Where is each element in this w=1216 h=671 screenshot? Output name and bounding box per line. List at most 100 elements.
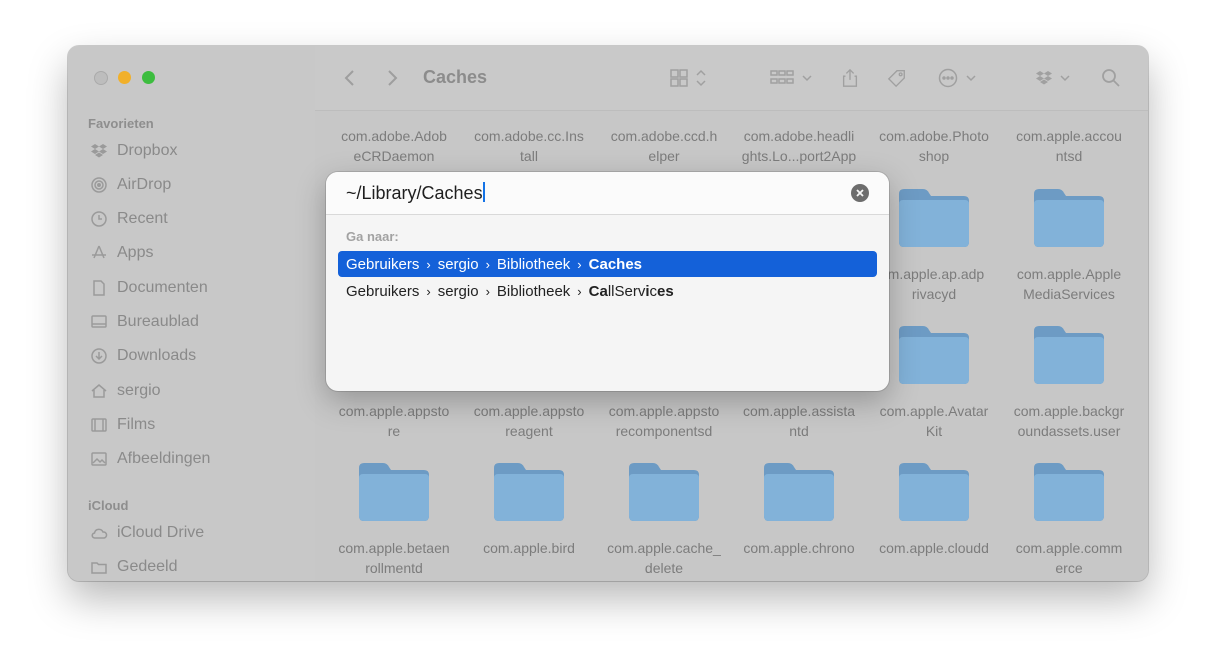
file-name-label[interactable]: com.apple.appsto re: [329, 401, 459, 441]
path-part: Bibliotheek: [496, 282, 571, 300]
sidebar-item-label: Afbeeldingen: [117, 450, 211, 467]
sidebar-item-bureaublad[interactable]: Bureaublad: [90, 310, 199, 334]
folder-icon[interactable]: [627, 460, 701, 522]
chevron-right-icon: ›: [426, 283, 431, 299]
path-last-part: CallServices: [588, 282, 674, 300]
sidebar-item-label: Dropbox: [117, 142, 178, 159]
file-name-label[interactable]: com.apple.bird: [464, 538, 594, 558]
sidebar-item-label: Apps: [117, 244, 154, 261]
file-name-label[interactable]: com.apple.accou ntsd: [1004, 126, 1134, 166]
sidebar: Favorieten Dropbox AirDrop Recent Apps D…: [68, 46, 315, 581]
film-icon: [91, 418, 107, 432]
sidebar-item-recent[interactable]: Recent: [90, 207, 168, 231]
group-icon[interactable]: [769, 68, 815, 88]
file-name-label[interactable]: com.apple.chrono: [734, 538, 864, 558]
file-name-label[interactable]: com.apple.Avatar Kit: [869, 401, 999, 441]
home-icon: [91, 384, 107, 398]
file-name-label[interactable]: com.adobe.Adob eCRDaemon: [329, 126, 459, 166]
apps-icon: [92, 245, 106, 259]
folder-icon[interactable]: [1032, 186, 1106, 248]
sidebar-item-dropbox[interactable]: Dropbox: [90, 139, 177, 163]
file-name-label[interactable]: com.apple.comm erce: [1004, 538, 1134, 578]
sidebar-item-documenten[interactable]: Documenten: [90, 276, 208, 300]
file-name-label[interactable]: com.apple.cache_ delete: [599, 538, 729, 578]
sidebar-item-gedeeld[interactable]: Gedeeld: [90, 555, 178, 579]
more-actions-icon[interactable]: [937, 68, 981, 88]
icloud-header: iCloud: [88, 498, 129, 513]
close-window-button[interactable]: [94, 71, 108, 85]
file-name-label[interactable]: com.adobe.ccd.h elper: [599, 126, 729, 166]
suggestion-item[interactable]: Gebruikers › sergio › Bibliotheek › Caches: [338, 251, 877, 277]
path-part: Gebruikers: [346, 282, 420, 300]
view-grid-icon[interactable]: [669, 68, 713, 88]
sidebar-item-downloads[interactable]: Downloads: [90, 344, 196, 368]
folder-icon[interactable]: [897, 186, 971, 248]
file-name-label[interactable]: com.apple.assista ntd: [734, 401, 864, 441]
folder-icon[interactable]: [492, 460, 566, 522]
toolbar: Caches: [315, 46, 1148, 111]
folder-icon[interactable]: [897, 323, 971, 385]
dropbox-icon: [91, 144, 107, 158]
share-icon[interactable]: [840, 68, 860, 88]
folder-icon[interactable]: [357, 460, 431, 522]
zoom-window-button[interactable]: [142, 71, 155, 84]
path-input-value: ~/Library/Caches: [346, 183, 483, 203]
file-name-label[interactable]: com.adobe.cc.Ins tall: [464, 126, 594, 166]
folder-icon[interactable]: [1032, 323, 1106, 385]
file-name-label[interactable]: com.apple.betaen rollmentd: [329, 538, 459, 578]
sidebar-item-label: sergio: [117, 382, 161, 399]
chevron-right-icon: ›: [426, 256, 431, 272]
shared-folder-icon: [91, 562, 107, 574]
sidebar-item-films[interactable]: Films: [90, 413, 155, 437]
folder-icon[interactable]: [762, 460, 836, 522]
sidebar-item-label: Gedeeld: [117, 558, 178, 575]
sidebar-item-sergio[interactable]: sergio: [90, 379, 161, 403]
path-last-part: Caches: [588, 255, 643, 273]
file-name-label[interactable]: com.apple.appsto recomponentsd: [599, 401, 729, 441]
sidebar-item-icloud-drive[interactable]: iCloud Drive: [90, 521, 204, 545]
clear-icon: [856, 189, 864, 197]
suggestion-item[interactable]: Gebruikers › sergio › Bibliotheek › CallSer…: [338, 278, 877, 304]
file-name-label[interactable]: com.apple.appsto reagent: [464, 401, 594, 441]
forward-icon[interactable]: [385, 68, 399, 88]
folder-icon[interactable]: [897, 460, 971, 522]
back-icon[interactable]: [343, 68, 357, 88]
airdrop-icon: [91, 177, 107, 193]
file-name-label[interactable]: com.adobe.headli ghts.Lo...port2App: [734, 126, 864, 166]
clear-input-button[interactable]: [851, 184, 869, 202]
search-icon[interactable]: [1101, 68, 1121, 88]
sidebar-item-label: iCloud Drive: [117, 524, 205, 541]
chevron-right-icon: ›: [577, 256, 582, 272]
sidebar-item-afbeeldingen[interactable]: Afbeeldingen: [90, 447, 210, 471]
sidebar-item-label: Bureaublad: [117, 313, 199, 330]
document-icon: [93, 280, 105, 296]
cloud-icon: [91, 528, 108, 539]
chevron-right-icon: ›: [485, 256, 490, 272]
sidebar-item-apps[interactable]: Apps: [90, 241, 153, 265]
path-input[interactable]: ~/Library/Caches: [326, 172, 889, 215]
text-caret: [482, 182, 485, 202]
go-to-folder-dialog: ~/Library/Caches Ga naar: Gebruikers › se…: [326, 172, 889, 391]
sidebar-item-label: Documenten: [117, 279, 208, 296]
sidebar-item-label: AirDrop: [117, 176, 172, 193]
sidebar-item-label: Films: [117, 416, 156, 433]
tag-icon[interactable]: [885, 68, 909, 88]
chevron-right-icon: ›: [577, 283, 582, 299]
dropbox-toolbar-icon[interactable]: [1035, 68, 1075, 88]
window-title: Caches: [423, 67, 488, 87]
sidebar-item-label: Downloads: [117, 347, 197, 364]
path-part: sergio: [437, 282, 479, 300]
goto-section-label: Ga naar:: [346, 229, 399, 244]
favorites-header: Favorieten: [88, 116, 154, 131]
photo-icon: [91, 452, 107, 466]
file-name-label[interactable]: com.adobe.Photo shop: [869, 126, 999, 166]
sidebar-item-airdrop[interactable]: AirDrop: [90, 173, 171, 197]
download-icon: [91, 348, 107, 364]
file-name-label[interactable]: com.apple.Apple MediaServices: [1004, 264, 1134, 304]
desktop-icon: [91, 315, 107, 328]
file-name-label[interactable]: com.apple.cloudd: [869, 538, 999, 558]
minimize-window-button[interactable]: [118, 71, 131, 84]
folder-icon[interactable]: [1032, 460, 1106, 522]
file-name-label[interactable]: com.apple.backgr oundassets.user: [1004, 401, 1134, 441]
chevron-right-icon: ›: [485, 283, 490, 299]
